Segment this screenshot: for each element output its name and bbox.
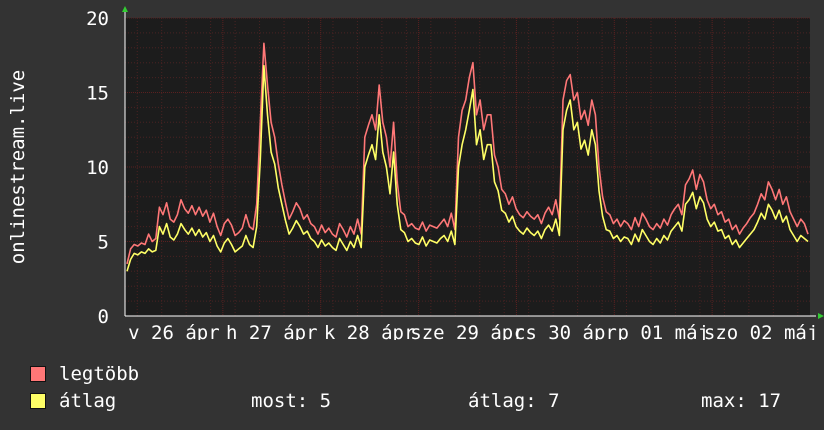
x-tick-label: k 28 ápr [324,322,416,340]
stat-now: most: 5 [251,390,332,412]
legend-item-avg: átlag [30,390,116,412]
x-tick-label: cs 30 ápr [514,322,617,340]
legend-label-max: legtöbb [59,363,140,385]
y-tick-label: 10 [86,157,109,179]
x-tick-label: h 27 ápr [226,322,318,340]
legend-label-avg: átlag [59,390,117,412]
y-axis-arrow [122,6,128,12]
stat-max: max: 17 [701,390,782,412]
y-axis-label: onlinestream.live [7,70,29,264]
x-axis-arrow [818,313,824,319]
x-tick-label: szo 02 máj [704,322,818,340]
line-chart: 0 5 10 15 20 v 26 ápr h 27 ápr k 28 áprsze 29 á… [7,6,824,340]
x-tick-label: p 01 máj [617,322,709,340]
y-tick-label: 5 [98,232,109,254]
legend: legtöbb átlag most: 5 átlag: 7 max: 17 [0,340,824,430]
legend-swatch-avg [30,393,46,409]
x-tick-label: sze 29 ápr [410,322,524,340]
y-tick-label: 0 [98,306,109,328]
y-tick-label: 15 [86,83,109,105]
stat-average: átlag: 7 [468,390,560,412]
x-tick-label: v 26 ápr [128,322,220,340]
legend-swatch-max [30,366,46,382]
legend-item-max: legtöbb [30,363,139,385]
y-tick-label: 20 [86,8,109,30]
